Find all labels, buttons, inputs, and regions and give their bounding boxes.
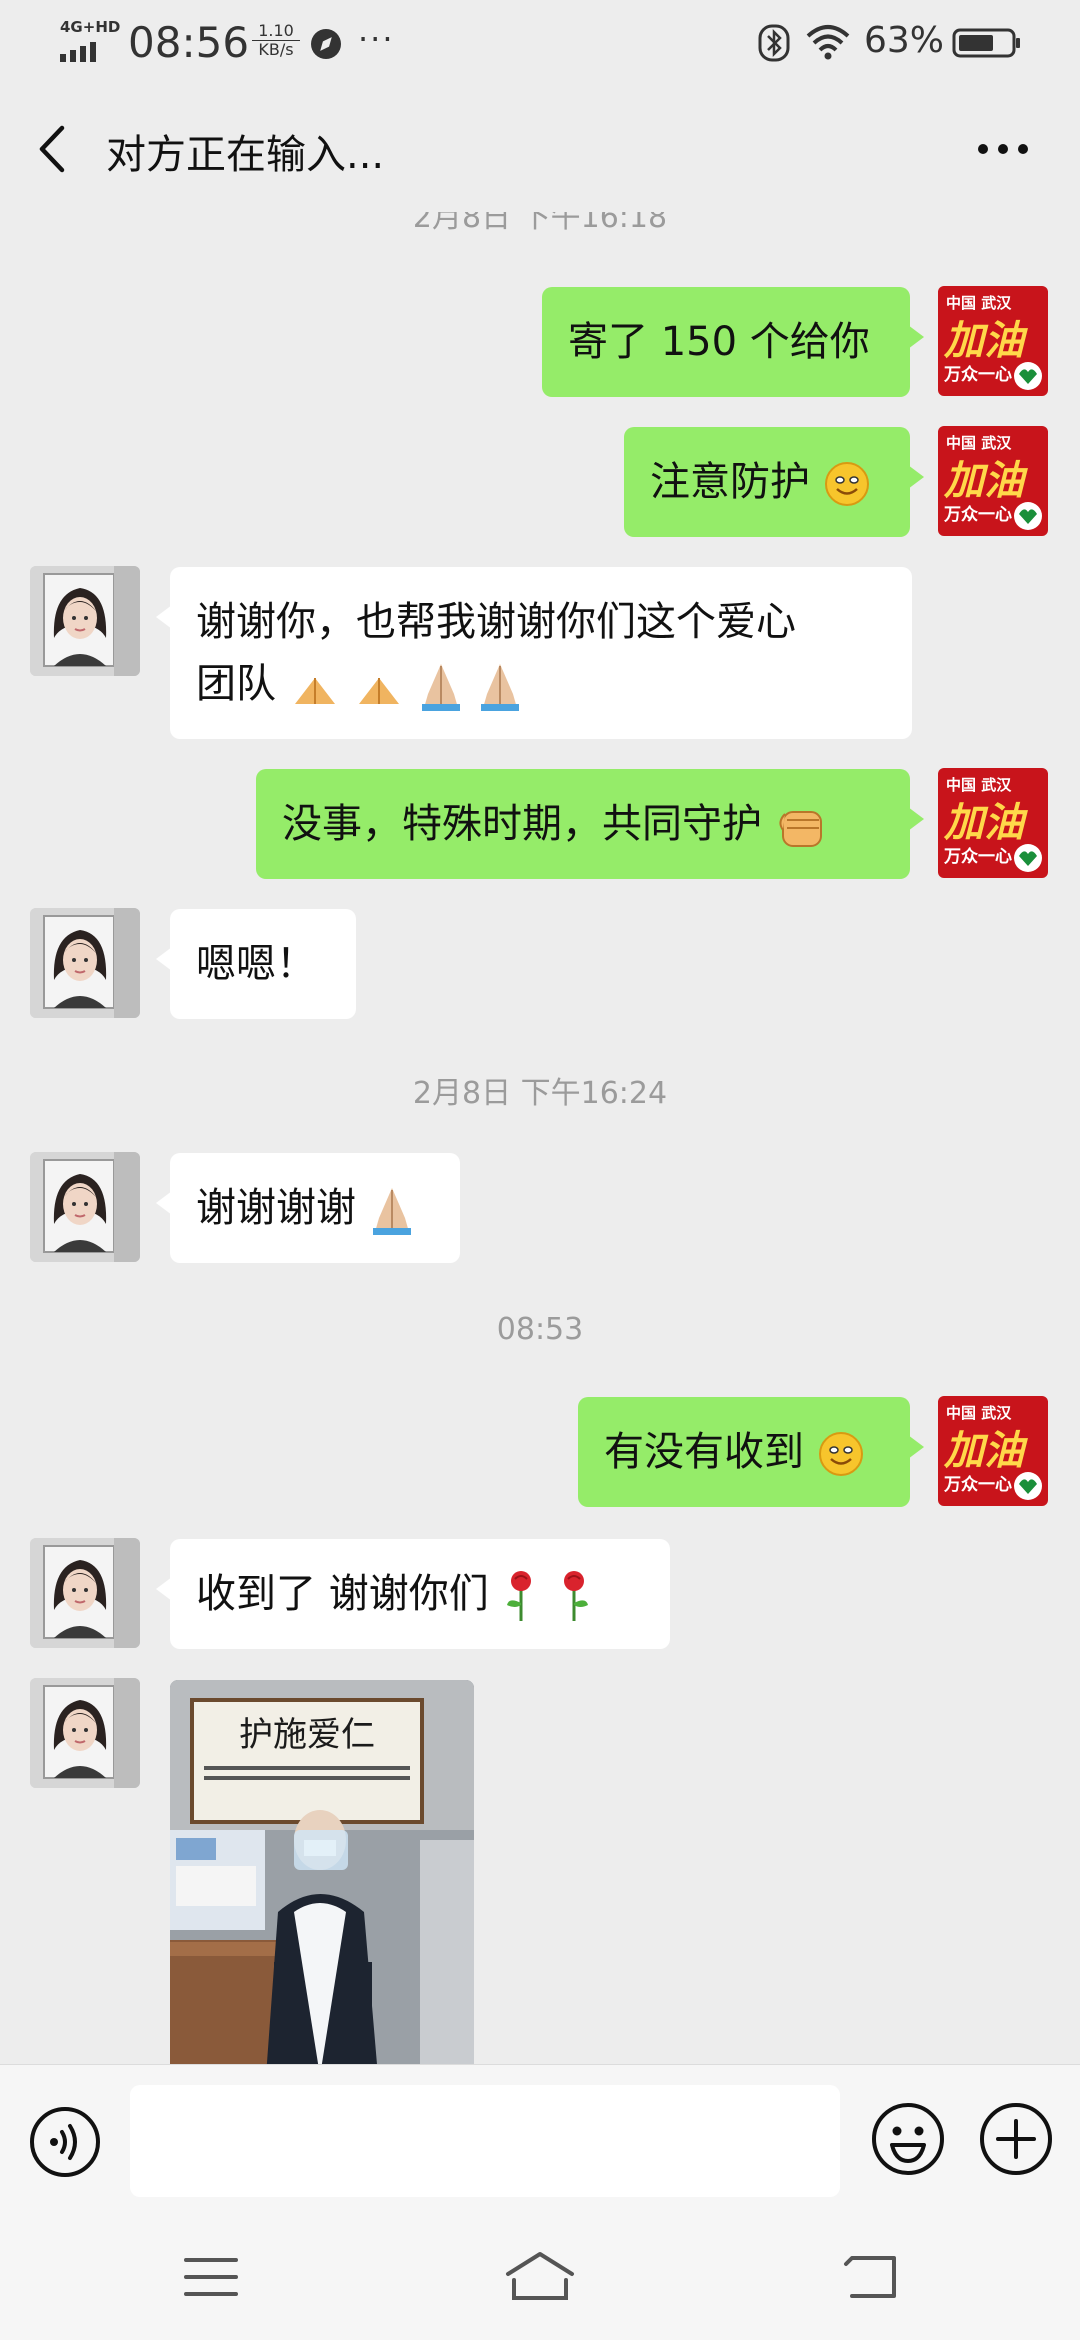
timestamp: 2月8日 下午16:24 <box>412 1076 668 1111</box>
message-input[interactable] <box>130 2085 840 2197</box>
compass-icon <box>311 29 341 59</box>
wifi-icon <box>806 25 850 60</box>
my-avatar[interactable]: 中国 武汉 加油 万众一心 <box>938 1396 1048 1506</box>
badge-bottom-text: 万众一心 <box>943 1474 1012 1495</box>
system-nav-bar <box>0 2216 1080 2340</box>
wuhan-badge-image: 中国 武汉 加油 万众一心 <box>938 768 1048 878</box>
my-avatar[interactable]: 中国 武汉 加油 万众一心 <box>938 286 1048 396</box>
badge-bottom-text: 万众一心 <box>943 364 1012 385</box>
message-text-line: 谢谢你，也帮我谢谢你们这个爱心 <box>196 599 796 645</box>
pray-emoji-icon <box>294 678 335 704</box>
timestamp: 2月8日 下午16:18 <box>412 212 668 235</box>
wuhan-badge-image: 中国 武汉 加油 万众一心 <box>938 1396 1048 1506</box>
smile-emoji-icon <box>824 462 869 506</box>
message-text: 有没有收到 <box>604 1429 804 1475</box>
contact-avatar[interactable] <box>30 566 140 676</box>
message-bubble[interactable]: 有没有收到 <box>578 1397 924 1507</box>
message-text: 嗯嗯！ <box>196 941 316 987</box>
badge-top-text: 中国 武汉 <box>946 434 1012 452</box>
smile-emoji-icon <box>818 1432 863 1476</box>
badge-main-text: 加油 <box>943 799 1028 846</box>
contact-avatar[interactable] <box>30 1538 140 1648</box>
contact-photo-image <box>30 1538 140 1648</box>
badge-bottom-text: 万众一心 <box>943 846 1012 867</box>
plaque-text: 护施爱仁 <box>239 1715 375 1755</box>
message-text: 没事，特殊时期，共同守护 <box>282 801 762 847</box>
back-arrow-icon[interactable] <box>34 124 68 174</box>
message-bubble[interactable]: 谢谢谢谢 <box>156 1153 460 1263</box>
message-bubble[interactable]: 嗯嗯！ <box>156 909 356 1019</box>
badge-top-text: 中国 武汉 <box>946 294 1012 312</box>
message-text-line: 团队 <box>196 653 886 715</box>
contact-avatar[interactable] <box>30 1678 140 1788</box>
message-text: 收到了 谢谢你们 <box>196 1571 489 1617</box>
pray-emoji-icon <box>480 664 519 711</box>
timestamp: 08:53 <box>496 1312 584 1347</box>
bluetooth-icon <box>758 24 790 62</box>
speed-unit: KB/s <box>258 40 294 59</box>
more-options-icon[interactable] <box>976 142 1030 156</box>
message-bubble[interactable]: 谢谢你，也帮我谢谢你们这个爱心 团队 <box>156 567 912 739</box>
rose-emoji-icon <box>507 1571 532 1621</box>
nurse-photo-image: 护施爱仁 <box>170 1680 474 2064</box>
contact-avatar[interactable] <box>30 908 140 1018</box>
contact-avatar[interactable] <box>30 1152 140 1262</box>
message-bubble[interactable]: 寄了 150 个给你 <box>542 287 924 397</box>
pray-emoji-icon <box>372 1188 411 1235</box>
badge-main-text: 加油 <box>943 457 1028 504</box>
badge-top-text: 中国 武汉 <box>946 776 1012 794</box>
badge-bottom-text: 万众一心 <box>943 504 1012 525</box>
menu-icon[interactable] <box>184 2256 238 2298</box>
chat-header: 对方正在输入... <box>0 82 1080 212</box>
badge-main-text: 加油 <box>943 317 1028 364</box>
message-text: 注意防护 <box>650 459 810 505</box>
pray-emoji-icon <box>359 678 400 704</box>
more-notifications-icon: ··· <box>358 20 395 58</box>
speed-rate: 1.10 <box>252 22 300 41</box>
contact-photo-image <box>30 566 140 676</box>
signal-indicator: 4G+HD <box>60 18 120 62</box>
fist-emoji-icon <box>779 811 822 847</box>
my-avatar[interactable]: 中国 武汉 加油 万众一心 <box>938 768 1048 878</box>
message-text: 寄了 150 个给你 <box>568 319 870 365</box>
shared-photo[interactable]: 护施爱仁 <box>170 1680 474 2064</box>
message-bubble[interactable]: 注意防护 <box>624 427 924 537</box>
network-speed: 1.10 KB/s <box>252 22 300 59</box>
pray-emoji-icon <box>422 664 461 711</box>
back-nav-icon[interactable] <box>842 2254 898 2300</box>
clock: 08:56 <box>128 18 250 67</box>
rose-emoji-icon <box>564 1571 589 1621</box>
wuhan-badge-image: 中国 武汉 加油 万众一心 <box>938 426 1048 536</box>
message-text: 团队 <box>196 661 276 707</box>
voice-input-icon[interactable] <box>28 2105 102 2179</box>
wuhan-badge-image: 中国 武汉 加油 万众一心 <box>938 286 1048 396</box>
message-bubble[interactable]: 没事，特殊时期，共同守护 <box>256 769 924 879</box>
chat-messages: 2月8日 下午16:18 中国 武汉 加油 万众一心 寄了 150 个给你 中国… <box>0 212 1080 2064</box>
my-avatar[interactable]: 中国 武汉 加油 万众一心 <box>938 426 1048 536</box>
chat-title: 对方正在输入... <box>106 132 385 178</box>
badge-top-text: 中国 武汉 <box>946 1404 1012 1422</box>
network-type: 4G+HD <box>60 18 121 36</box>
message-text: 谢谢谢谢 <box>196 1185 356 1231</box>
contact-photo-image <box>30 908 140 1018</box>
emoji-picker-icon[interactable] <box>870 2101 946 2177</box>
message-bubble[interactable]: 收到了 谢谢你们 <box>156 1539 670 1649</box>
battery-icon <box>952 28 1020 58</box>
contact-photo-image <box>30 1152 140 1262</box>
signal-bars-icon <box>60 42 96 62</box>
input-bar <box>0 2064 1080 2216</box>
contact-photo-image <box>30 1678 140 1788</box>
add-attachment-icon[interactable] <box>978 2101 1054 2177</box>
home-icon[interactable] <box>504 2250 576 2302</box>
badge-main-text: 加油 <box>943 1427 1028 1474</box>
status-bar: 4G+HD 08:56 1.10 KB/s ··· 63% <box>0 0 1080 82</box>
battery-percentage: 63% <box>864 20 945 61</box>
